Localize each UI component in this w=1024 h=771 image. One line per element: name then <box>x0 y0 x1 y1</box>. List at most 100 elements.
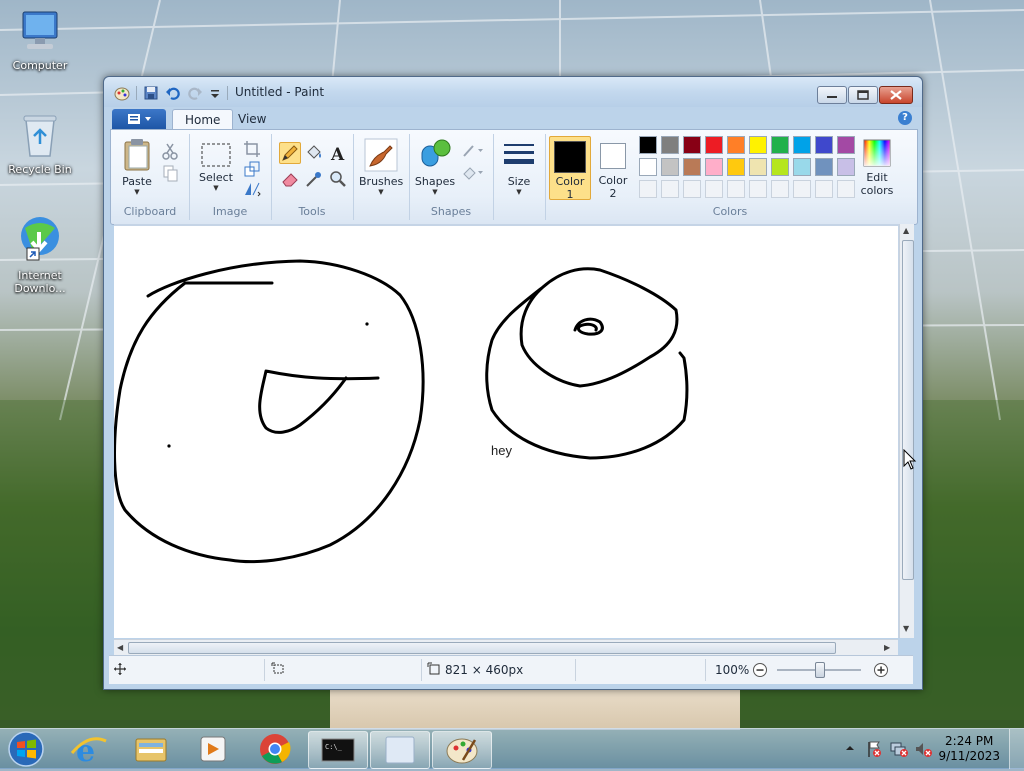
text-tool[interactable]: A <box>327 142 349 165</box>
edit-colors-button[interactable]: Edit colors <box>853 138 901 197</box>
show-hidden-icons-icon[interactable] <box>845 743 855 753</box>
zoom-in-icon[interactable] <box>873 662 889 678</box>
group-label-tools: Tools <box>298 205 326 218</box>
zoom-slider-thumb[interactable] <box>815 662 825 678</box>
palette-swatch[interactable] <box>661 158 679 176</box>
palette-swatch[interactable] <box>639 136 657 154</box>
restore-button[interactable] <box>848 86 878 104</box>
color-picker-tool[interactable] <box>303 168 325 190</box>
palette-swatch[interactable] <box>771 180 789 198</box>
palette-swatch[interactable] <box>727 136 745 154</box>
desktop-icon-computer[interactable]: Computer <box>0 10 80 72</box>
palette-swatch[interactable] <box>639 180 657 198</box>
palette-swatch[interactable] <box>749 158 767 176</box>
tab-home[interactable]: Home <box>172 109 234 130</box>
eraser-tool[interactable] <box>279 168 301 190</box>
minimize-button[interactable] <box>817 86 847 104</box>
redo-icon[interactable] <box>187 85 203 101</box>
palette-swatch[interactable] <box>749 136 767 154</box>
paste-dropdown-icon: ▼ <box>134 188 140 196</box>
cut-icon[interactable] <box>161 142 179 160</box>
color2-label: Color 2 <box>598 174 628 200</box>
palette-swatch[interactable] <box>727 180 745 198</box>
undo-icon[interactable] <box>165 85 181 101</box>
palette-swatch[interactable] <box>815 180 833 198</box>
fill-icon[interactable] <box>461 164 485 182</box>
palette-swatch[interactable] <box>683 136 701 154</box>
paste-button[interactable]: Paste ▼ <box>117 138 157 196</box>
palette-swatch[interactable] <box>683 180 701 198</box>
group-size: Size ▼ <box>493 134 546 220</box>
horizontal-scrollbar[interactable]: ◀ ▶ <box>114 639 898 656</box>
palette-swatch[interactable] <box>815 158 833 176</box>
vertical-scrollbar[interactable]: ▲ ▼ <box>899 224 914 638</box>
palette-swatch[interactable] <box>705 158 723 176</box>
desktop-icon-internet-download-manager[interactable]: Internet Downlo... <box>0 214 80 295</box>
palette-swatch[interactable] <box>749 180 767 198</box>
palette-swatch[interactable] <box>705 136 723 154</box>
recycle-bin-icon <box>23 115 57 157</box>
save-icon[interactable] <box>143 85 159 101</box>
vertical-scroll-thumb[interactable] <box>902 240 914 580</box>
taskbar-chrome[interactable] <box>246 731 304 767</box>
brushes-button[interactable]: Brushes ▼ <box>359 138 403 196</box>
taskbar-command-prompt[interactable]: C:\_ <box>308 731 368 769</box>
palette-swatch[interactable] <box>683 158 701 176</box>
network-icon[interactable] <box>890 740 908 758</box>
shapes-label: Shapes <box>414 175 456 188</box>
rotate-icon[interactable] <box>243 180 261 198</box>
outline-icon[interactable] <box>461 142 485 160</box>
start-button[interactable] <box>4 730 48 768</box>
color1-button[interactable]: Color 1 <box>549 136 591 201</box>
palette-swatch[interactable] <box>793 136 811 154</box>
taskbar: e C:\_ 2:24 PM 9/11/2023 <box>0 728 1024 769</box>
size-button[interactable]: Size ▼ <box>499 138 539 196</box>
system-clock[interactable]: 2:24 PM 9/11/2023 <box>938 734 1000 764</box>
drawing-canvas[interactable]: hey <box>114 226 898 638</box>
shapes-button[interactable]: Shapes ▼ <box>413 138 457 196</box>
customize-qat-dropdown-icon[interactable] <box>209 85 221 101</box>
color2-button[interactable]: Color 2 <box>593 136 633 200</box>
palette-swatch[interactable] <box>793 180 811 198</box>
clock-time: 2:24 PM <box>945 734 994 748</box>
volume-muted-icon[interactable] <box>914 740 932 758</box>
palette-swatch[interactable] <box>771 136 789 154</box>
select-button[interactable]: Select ▼ <box>195 142 237 192</box>
crop-icon[interactable] <box>243 140 261 158</box>
scroll-right-icon[interactable]: ▶ <box>884 643 890 652</box>
taskbar-blank-window[interactable] <box>370 731 430 769</box>
desktop-icon-recycle-bin[interactable]: Recycle Bin <box>0 112 80 176</box>
paste-label: Paste <box>122 175 152 188</box>
palette-swatch[interactable] <box>661 136 679 154</box>
palette-swatch[interactable] <box>727 158 745 176</box>
palette-swatch[interactable] <box>815 136 833 154</box>
taskbar-media-player[interactable] <box>184 731 242 767</box>
text-icon: A <box>330 145 345 165</box>
horizontal-scroll-thumb[interactable] <box>128 642 836 654</box>
paint-menu-button[interactable] <box>112 109 166 129</box>
scroll-left-icon[interactable]: ◀ <box>117 643 123 652</box>
magnifier-tool[interactable] <box>327 168 349 190</box>
palette-swatch[interactable] <box>793 158 811 176</box>
palette-swatch[interactable] <box>661 180 679 198</box>
show-desktop-button[interactable] <box>1009 729 1024 769</box>
close-button[interactable] <box>879 86 913 104</box>
cursor-position-icon <box>114 663 126 675</box>
scroll-down-icon[interactable]: ▼ <box>903 624 909 633</box>
fill-tool[interactable] <box>303 142 325 164</box>
pencil-tool[interactable] <box>279 142 301 164</box>
scroll-up-icon[interactable]: ▲ <box>903 226 909 235</box>
tab-view[interactable]: View <box>226 109 278 129</box>
taskbar-paint[interactable] <box>432 731 492 769</box>
help-button[interactable]: ? <box>898 111 912 125</box>
action-center-flag-icon[interactable] <box>866 740 882 758</box>
zoom-out-icon[interactable] <box>752 662 768 678</box>
palette-swatch[interactable] <box>639 158 657 176</box>
taskbar-windows-explorer[interactable] <box>122 731 180 767</box>
taskbar-internet-explorer[interactable]: e <box>60 731 118 769</box>
palette-swatch[interactable] <box>705 180 723 198</box>
copy-icon[interactable] <box>161 164 179 182</box>
paint-app-icon[interactable] <box>114 85 130 101</box>
resize-icon[interactable] <box>243 160 261 178</box>
palette-swatch[interactable] <box>771 158 789 176</box>
